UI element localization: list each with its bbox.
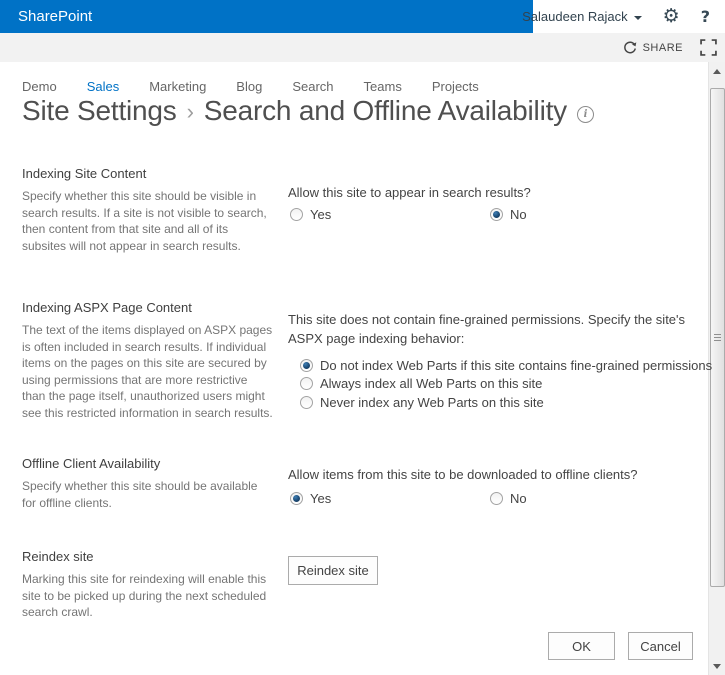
nav-tab-marketing[interactable]: Marketing <box>149 79 206 94</box>
breadcrumb-chevron-icon: › <box>186 99 194 124</box>
breadcrumb-root[interactable]: Site Settings <box>22 95 177 127</box>
user-menu[interactable]: Salaudeen Rajack <box>522 9 642 24</box>
nav-tab-projects[interactable]: Projects <box>432 79 479 94</box>
ribbon-bar: SHARE <box>0 33 725 62</box>
section-control-column: Reindex site <box>288 549 718 585</box>
page-title: Site Settings › Search and Offline Avail… <box>22 95 594 127</box>
radio-option-no[interactable]: No <box>490 207 527 222</box>
section-description-column: Indexing ASPX Page Content The text of t… <box>22 300 274 421</box>
radio-icon[interactable] <box>300 377 313 391</box>
section-heading: Indexing ASPX Page Content <box>22 300 192 315</box>
suite-bar: SharePoint Salaudeen Rajack ⚙ ? <box>0 0 725 33</box>
section-description: The text of the items displayed on ASPX … <box>22 323 273 420</box>
question-label: This site does not contain fine-grained … <box>288 312 686 346</box>
nav-tab-teams[interactable]: Teams <box>364 79 402 94</box>
nav-tab-sales[interactable]: Sales <box>87 79 120 94</box>
radio-group-offline-clients: Yes No <box>288 491 718 509</box>
app-brand: SharePoint <box>18 8 93 25</box>
question-label: Allow items from this site to be downloa… <box>288 467 638 482</box>
radio-option-yes[interactable]: Yes <box>290 491 331 506</box>
section-description-column: Indexing Site Content Specify whether th… <box>22 166 274 254</box>
section-heading: Reindex site <box>22 549 94 564</box>
section-description-column: Reindex site Marking this site for reind… <box>22 549 274 621</box>
question-label: Allow this site to appear in search resu… <box>288 185 531 200</box>
info-icon[interactable]: i <box>576 105 594 123</box>
radio-icon[interactable] <box>490 208 503 221</box>
radio-icon[interactable] <box>300 358 313 372</box>
cancel-button[interactable]: Cancel <box>628 632 693 660</box>
section-description: Specify whether this site should be avai… <box>22 479 258 510</box>
radio-option-never-index[interactable]: Never index any Web Parts on this site <box>288 393 718 412</box>
section-heading: Indexing Site Content <box>22 166 147 181</box>
user-name: Salaudeen Rajack <box>522 9 628 24</box>
share-button[interactable]: SHARE <box>623 40 683 55</box>
radio-icon[interactable] <box>290 208 303 221</box>
top-nav: Demo Sales Marketing Blog Search Teams P… <box>22 79 479 94</box>
section-heading: Offline Client Availability <box>22 456 161 471</box>
radio-option-yes[interactable]: Yes <box>290 207 331 222</box>
radio-option-do-not-index[interactable]: Do not index Web Parts if this site cont… <box>288 356 718 375</box>
section-control-column: This site does not contain fine-grained … <box>288 300 718 412</box>
page-title-text: Search and Offline Availability <box>203 95 567 126</box>
sharepoint-window: SharePoint Salaudeen Rajack ⚙ ? SHARE De… <box>0 0 725 675</box>
suite-bar-brand-area: SharePoint <box>0 0 533 33</box>
radio-group-aspx-indexing: Do not index Web Parts if this site cont… <box>288 356 718 412</box>
nav-tab-demo[interactable]: Demo <box>22 79 57 94</box>
radio-option-always-index[interactable]: Always index all Web Parts on this site <box>288 375 718 394</box>
scroll-up-arrow[interactable] <box>709 62 725 79</box>
focus-on-content-icon <box>700 39 717 56</box>
help-icon[interactable]: ? <box>701 7 710 26</box>
scroll-down-arrow[interactable] <box>709 658 725 675</box>
radio-icon[interactable] <box>490 492 503 505</box>
nav-tab-search[interactable]: Search <box>292 79 333 94</box>
gear-icon[interactable]: ⚙ <box>663 7 680 26</box>
radio-option-no[interactable]: No <box>490 491 527 506</box>
radio-group-search-visibility: Yes No <box>288 207 718 225</box>
section-description: Specify whether this site should be visi… <box>22 189 267 253</box>
section-control-column: Allow items from this site to be downloa… <box>288 456 718 509</box>
section-description-column: Offline Client Availability Specify whet… <box>22 456 274 511</box>
focus-on-content-button[interactable] <box>700 39 717 56</box>
share-icon <box>623 40 636 53</box>
radio-icon[interactable] <box>290 492 303 505</box>
suite-bar-right: Salaudeen Rajack ⚙ ? <box>522 0 725 33</box>
section-description: Marking this site for reindexing will en… <box>22 572 267 619</box>
section-control-column: Allow this site to appear in search resu… <box>288 166 718 225</box>
radio-icon[interactable] <box>300 395 313 409</box>
nav-tab-blog[interactable]: Blog <box>236 79 262 94</box>
share-label: SHARE <box>642 41 683 54</box>
chevron-down-icon <box>633 15 642 24</box>
ok-button[interactable]: OK <box>548 632 615 660</box>
reindex-site-button[interactable]: Reindex site <box>288 556 378 585</box>
